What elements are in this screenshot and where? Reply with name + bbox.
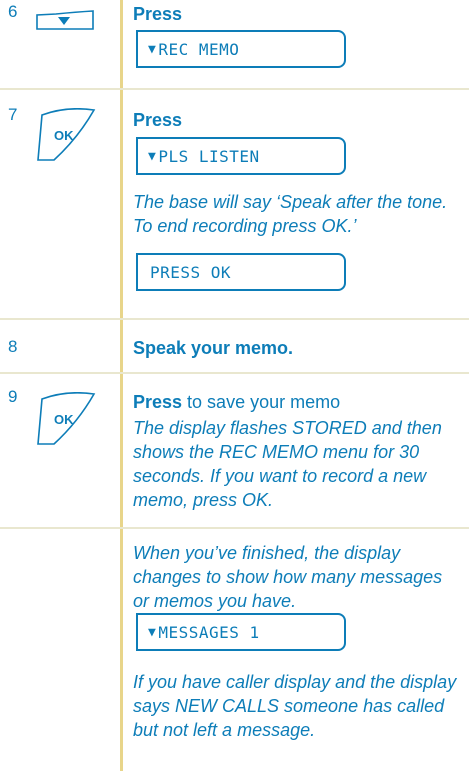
lcd-display: ▼ MESSAGES 1 <box>136 613 346 651</box>
instruction-label: Press <box>133 4 183 24</box>
row-separator <box>0 88 469 90</box>
ok-key-label: OK <box>54 128 74 143</box>
lcd-display: ▼ REC MEMO <box>136 30 346 68</box>
instruction-label: Press <box>133 392 183 412</box>
lcd-text: PRESS OK <box>150 262 232 282</box>
row-separator <box>0 372 469 374</box>
column-divider <box>120 0 123 771</box>
step-number: 9 <box>8 387 18 406</box>
step-number: 8 <box>8 337 18 356</box>
lcd-text: MESSAGES 1 <box>158 622 260 642</box>
down-triangle-icon: ▼ <box>148 148 157 164</box>
instruction-line: Press to save your memo <box>133 390 463 414</box>
instruction-page: 6 Press ▼ REC MEMO 7 OK Press ▼ PLS LIST… <box>0 0 469 771</box>
down-triangle-icon: ▼ <box>148 624 157 640</box>
lcd-text: REC MEMO <box>158 39 240 59</box>
instruction-label: Press <box>133 110 183 130</box>
down-triangle-icon: ▼ <box>148 41 157 57</box>
down-arrow-key-icon <box>36 10 94 30</box>
step-number: 7 <box>8 105 18 124</box>
step-note: The display flashes STORED and then show… <box>133 418 442 510</box>
step-number: 6 <box>8 2 18 21</box>
step-note: When you’ve finished, the display change… <box>133 543 443 611</box>
step-note: The base will say ‘Speak after the tone.… <box>133 192 448 236</box>
lcd-display: PRESS OK <box>136 253 346 291</box>
row-separator <box>0 527 469 529</box>
lcd-text: PLS LISTEN <box>158 146 260 166</box>
instruction-label: Speak your memo. <box>133 338 294 358</box>
row-separator <box>0 318 469 320</box>
step-note: If you have caller display and the displ… <box>133 672 457 740</box>
lcd-display: ▼ PLS LISTEN <box>136 137 346 175</box>
instruction-rest: to save your memo <box>182 392 341 412</box>
ok-key-label: OK <box>54 412 74 427</box>
